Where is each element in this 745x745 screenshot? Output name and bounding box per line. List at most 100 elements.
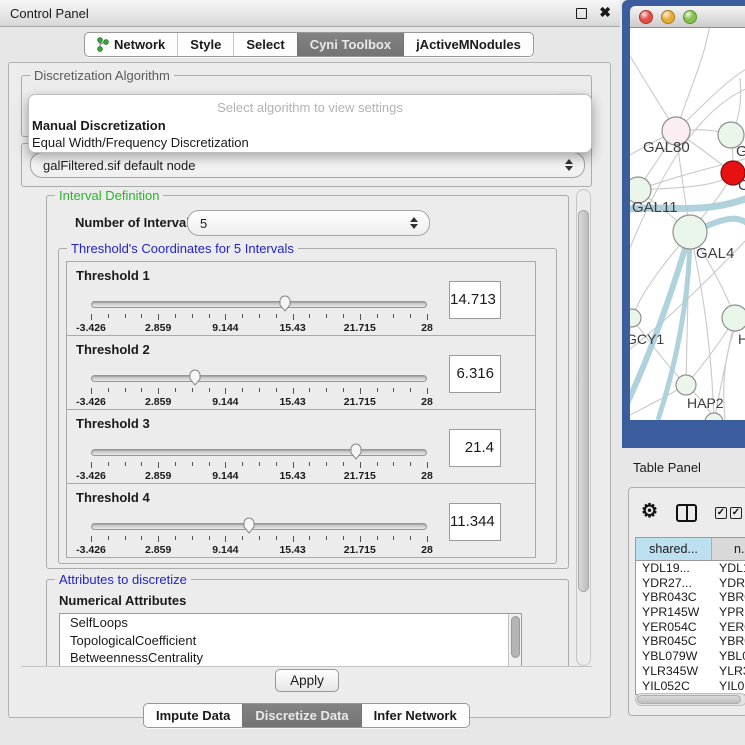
major-tick: [225, 314, 226, 320]
table-horizontal-scrollbar[interactable]: [635, 693, 745, 706]
table-row[interactable]: YIL052CYIL0: [636, 679, 745, 694]
control-panel-titlebar: Control Panel ✖: [0, 0, 620, 27]
minor-tick: [343, 536, 344, 540]
gcy1-node[interactable]: [630, 309, 641, 327]
settings-gear-icon[interactable]: ⚙: [641, 500, 658, 523]
slider-track[interactable]: [91, 523, 427, 530]
threshold-value-field[interactable]: 6.316: [449, 355, 501, 393]
algorithm-dropdown-popup: Select algorithm to view settings Manual…: [28, 94, 592, 153]
zoom-traffic-light-icon[interactable]: [683, 10, 697, 24]
algorithm-option-manual-discretization[interactable]: Manual Discretization: [29, 117, 591, 134]
table-body: YDL19...YDL1YDR27...YDR2YBR043CYBR0YPR14…: [636, 561, 745, 694]
network-icon: [97, 37, 109, 52]
checkbox-icon[interactable]: ✓: [730, 507, 742, 519]
close-icon[interactable]: ✖: [599, 4, 611, 21]
network-edge[interactable]: [676, 28, 710, 131]
popup-item-list: Manual DiscretizationEqual Width/Frequen…: [29, 117, 591, 151]
attributes-group: Attributes to discretize Numerical Attri…: [46, 579, 569, 666]
major-tick: [427, 314, 428, 320]
table-row[interactable]: YLR345WYLR3: [636, 664, 745, 679]
minor-tick: [125, 388, 126, 392]
minor-tick: [242, 314, 243, 318]
tick-label: 21.715: [344, 544, 376, 556]
major-tick: [293, 314, 294, 320]
group-title-discretization-algorithm: Discretization Algorithm: [30, 68, 174, 83]
tick-label: 9.144: [212, 322, 238, 334]
table-row[interactable]: YBR045CYBR0: [636, 634, 745, 649]
slider-track[interactable]: [91, 375, 427, 382]
tab-cyni-toolbox[interactable]: Cyni Toolbox: [297, 33, 403, 56]
tab-infer-network[interactable]: Infer Network: [361, 704, 469, 727]
tab-impute-data[interactable]: Impute Data: [144, 704, 242, 727]
threshold-label: Threshold 3: [76, 416, 150, 431]
table-row[interactable]: YBR043CYBR0: [636, 590, 745, 605]
bottom-node[interactable]: [705, 413, 723, 420]
minor-tick: [393, 536, 394, 540]
attribute-item-selfloops[interactable]: SelfLoops: [60, 614, 521, 632]
table-row[interactable]: YPR145WYPR1: [636, 605, 745, 620]
scrollbar-thumb[interactable]: [637, 695, 741, 704]
gal4-node[interactable]: [673, 215, 707, 249]
threshold-value-field[interactable]: 14.713: [449, 281, 501, 319]
major-tick: [427, 462, 428, 468]
minimize-traffic-light-icon[interactable]: [661, 10, 675, 24]
tick-label: -3.426: [76, 322, 106, 334]
tab-discretize-data[interactable]: Discretize Data: [242, 704, 360, 727]
slider-thumb[interactable]: [278, 294, 292, 312]
table-row[interactable]: YDL19...YDL1: [636, 561, 745, 576]
tab-label: Cyni Toolbox: [310, 37, 391, 52]
slider-thumb[interactable]: [242, 516, 256, 534]
network-window-titlebar[interactable]: [630, 6, 745, 28]
tab-select[interactable]: Select: [233, 33, 296, 56]
table-row[interactable]: YDR27...YDR2: [636, 576, 745, 591]
tab-network[interactable]: Network: [85, 33, 177, 56]
tab-jactivemnodules[interactable]: jActiveMNodules: [403, 33, 533, 56]
slider-track[interactable]: [91, 449, 427, 456]
node-label-hap2: HAP2: [687, 395, 724, 411]
network-edge[interactable]: [638, 173, 733, 190]
apply-button[interactable]: Apply: [275, 669, 339, 692]
h-node[interactable]: [722, 305, 745, 331]
threshold-label: Threshold 4: [76, 490, 150, 505]
minor-tick: [209, 536, 210, 540]
table-data-combobox[interactable]: galFiltered.sif default node: [30, 152, 585, 178]
threshold-value-field[interactable]: 11.344: [449, 503, 501, 541]
slider-track[interactable]: [91, 301, 427, 308]
split-table-icon[interactable]: [676, 504, 697, 522]
scrollbar-thumb[interactable]: [511, 616, 520, 658]
tab-label: Network: [114, 37, 165, 52]
major-tick: [225, 388, 226, 394]
minor-tick: [192, 314, 193, 318]
network-canvas[interactable]: GAL80GCGAL11GAL4GCY1HHAP2: [630, 28, 745, 420]
hap2-node[interactable]: [676, 375, 696, 395]
tab-style[interactable]: Style: [177, 33, 233, 56]
minor-tick: [410, 388, 411, 392]
number-of-intervals-combobox[interactable]: 5: [187, 210, 430, 236]
attributes-list-scrollbar[interactable]: [508, 614, 521, 666]
major-tick: [360, 462, 361, 468]
discretization-algorithm-group: Discretization Algorithm Select algorith…: [21, 75, 592, 137]
close-traffic-light-icon[interactable]: [639, 10, 653, 24]
major-tick: [158, 314, 159, 320]
algorithm-option-equal-width-frequency-discretization[interactable]: Equal Width/Frequency Discretization: [29, 134, 591, 151]
minor-tick: [125, 314, 126, 318]
float-window-icon[interactable]: [576, 8, 587, 19]
major-tick: [427, 388, 428, 394]
tick-label: 28: [421, 544, 433, 556]
numerical-attributes-list[interactable]: SelfLoopsTopologicalCoefficientBetweenne…: [59, 613, 522, 666]
slider-thumb[interactable]: [188, 368, 202, 386]
scrollbar-thumb[interactable]: [578, 210, 589, 592]
network-edge[interactable]: [630, 38, 676, 131]
tick-label: 9.144: [212, 544, 238, 556]
threshold-value-field[interactable]: 21.4: [449, 429, 501, 467]
panel-vertical-scrollbar[interactable]: [576, 189, 591, 666]
attribute-item-betweennesscentrality[interactable]: BetweennessCentrality: [60, 649, 521, 666]
checkbox-icon[interactable]: ✓: [715, 507, 727, 519]
column-header-shared[interactable]: shared...: [636, 538, 712, 560]
column-header-name[interactable]: n...: [712, 538, 745, 560]
slider-thumb[interactable]: [349, 442, 363, 460]
table-row[interactable]: YBL079WYBL0: [636, 649, 745, 664]
attribute-item-topologicalcoefficient[interactable]: TopologicalCoefficient: [60, 632, 521, 650]
table-panel-window: ⚙ ✓ ✓ shared... n... YDL19...YDL1YDR27..…: [628, 487, 745, 716]
table-row[interactable]: YER054CYER0: [636, 620, 745, 635]
